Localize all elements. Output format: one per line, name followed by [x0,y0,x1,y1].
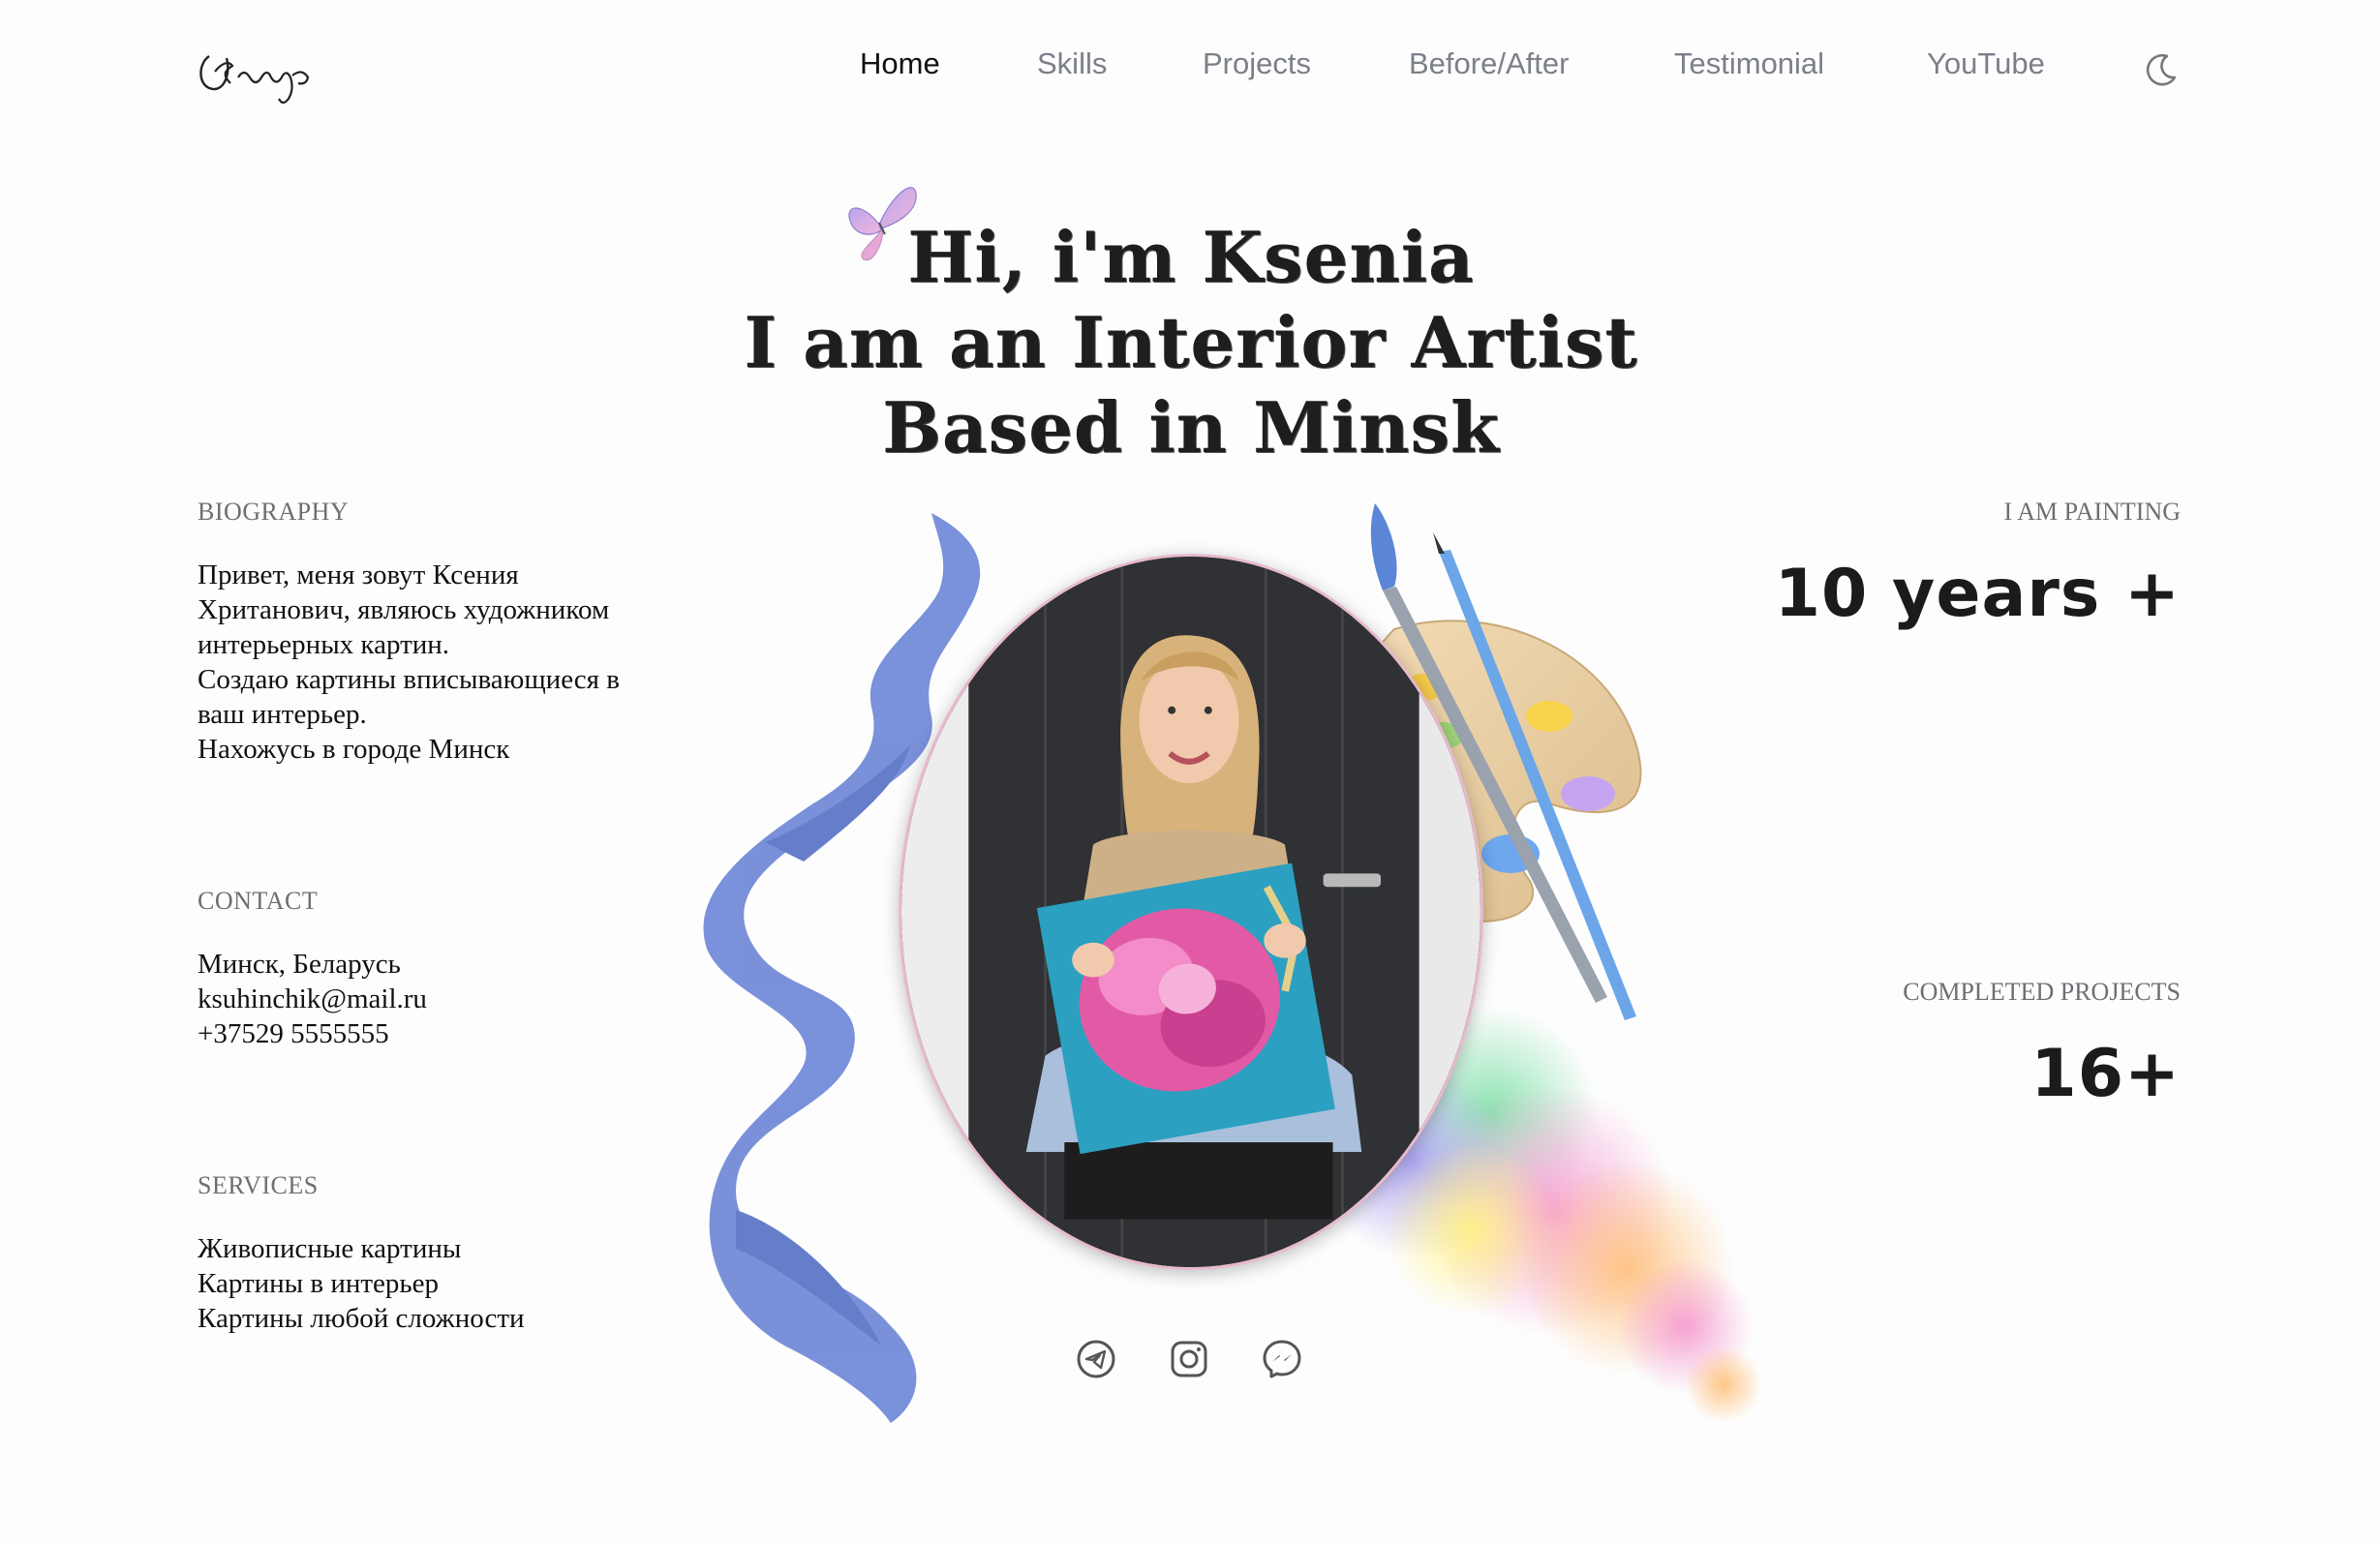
hero-line-1: Hi, i'm Ksenia [907,216,1475,298]
nav-projects[interactable]: Projects [1203,46,1311,81]
hero-line-3: Based in Minsk [882,386,1500,469]
nav-before-after[interactable]: Before/After [1409,46,1569,81]
services-label: SERVICES [198,1171,319,1199]
hero-line-2: I am an Interior Artist [744,301,1638,383]
services-text: Живописные картины Картины в интерьер Ка… [198,1231,525,1336]
contact-email[interactable]: ksuhinchik@mail.ru [198,982,427,1016]
telegram-icon[interactable] [1075,1338,1117,1380]
biography-line: Нахожусь в городе Минск [198,734,510,765]
brand-logo[interactable] [192,37,327,114]
biography-line: Создаю картины вписывающиеся в [198,664,620,695]
biography-line: Хританович, являюсь художником [198,594,610,625]
biography-line: ваш интерьер. [198,699,367,730]
biography-label: BIOGRAPHY [198,498,350,526]
projects-value: 16+ [2030,1036,2181,1112]
nav-home[interactable]: Home [860,46,940,81]
instagram-icon[interactable] [1168,1338,1210,1380]
painting-label: I AM PAINTING [2003,498,2182,526]
nav-skills[interactable]: Skills [1037,46,1107,81]
moon-icon[interactable] [2142,50,2181,89]
contact-text: Минск, Беларусь ksuhinchik@mail.ru +3752… [198,947,427,1051]
projects-label: COMPLETED PROJECTS [1903,978,2181,1006]
biography-line: интерьерных картин. [198,629,450,660]
service-item: Картины любой сложности [198,1303,525,1334]
painting-value: 10 years + [1774,556,2181,632]
biography-line: Привет, меня зовут Ксения [198,560,519,590]
hero-title: Hi, i'm Ksenia I am an Interior Artist B… [736,215,1646,470]
service-item: Картины в интерьер [198,1268,440,1299]
messenger-icon[interactable] [1261,1338,1303,1380]
contact-label: CONTACT [198,887,319,915]
service-item: Живописные картины [198,1233,462,1264]
artist-portrait [899,554,1483,1270]
nav-testimonial[interactable]: Testimonial [1674,46,1824,81]
biography-text: Привет, меня зовут Ксения Хританович, яв… [198,558,620,767]
contact-phone[interactable]: +37529 5555555 [198,1016,427,1051]
nav-youtube[interactable]: YouTube [1927,46,2045,81]
contact-location: Минск, Беларусь [198,949,401,980]
